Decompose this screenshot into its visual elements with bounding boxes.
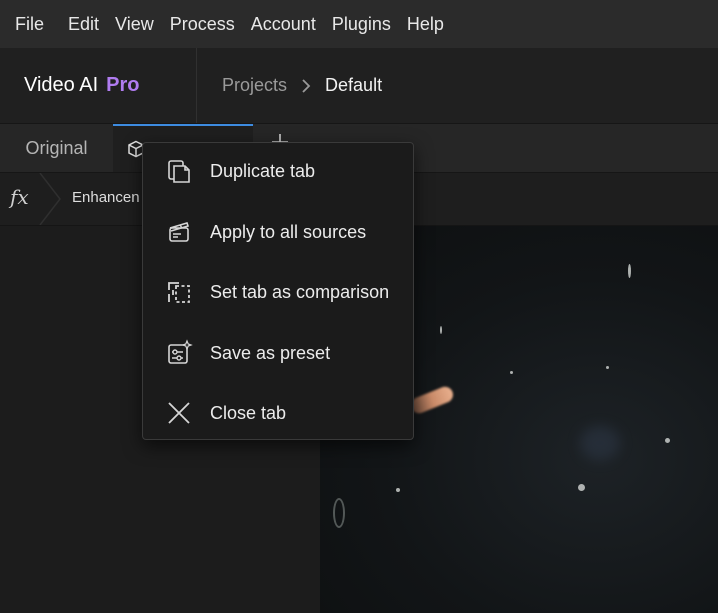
breadcrumb: Projects Default (222, 48, 382, 123)
app-header: Video AI Pro Projects Default (0, 48, 718, 124)
video-artifact (333, 498, 345, 528)
menu-item-label: Duplicate tab (210, 160, 316, 181)
menu-item-set-comparison[interactable]: Set tab as comparison (143, 264, 413, 320)
video-speck (628, 264, 631, 278)
menu-file[interactable]: File (0, 0, 60, 48)
tab-context-menu: Duplicate tab Apply to all sources Set t… (142, 142, 414, 440)
tab-original[interactable]: Original (0, 124, 113, 172)
menu-item-duplicate-tab[interactable]: Duplicate tab (143, 143, 413, 199)
chevron-divider-icon (38, 172, 64, 230)
menu-account[interactable]: Account (243, 0, 324, 48)
menu-item-save-preset[interactable]: Save as preset (143, 325, 413, 381)
menu-item-apply-all[interactable]: Apply to all sources (143, 204, 413, 260)
menu-item-label: Close tab (210, 402, 287, 423)
video-speck (606, 366, 609, 369)
fx-icon: fx (10, 185, 29, 209)
menu-bar: File Edit View Process Account Plugins H… (0, 0, 718, 48)
preset-icon (165, 339, 193, 367)
menu-view[interactable]: View (107, 0, 162, 48)
menu-item-label: Apply to all sources (210, 221, 367, 242)
menu-process[interactable]: Process (162, 0, 243, 48)
video-speck (665, 438, 670, 443)
video-speck (578, 484, 585, 491)
video-speck (510, 371, 513, 374)
close-icon (165, 399, 193, 427)
menu-item-label: Save as preset (210, 342, 331, 363)
video-blob (580, 426, 620, 460)
clapperboard-icon (165, 218, 193, 246)
menu-plugins[interactable]: Plugins (324, 0, 399, 48)
video-speck (396, 488, 400, 492)
app-brand: Video AI Pro (0, 48, 197, 123)
compare-icon (165, 278, 193, 306)
video-speck (440, 326, 442, 334)
chevron-right-icon (301, 78, 311, 94)
menu-item-close-tab[interactable]: Close tab (143, 385, 413, 441)
app-name: Video AI (24, 74, 99, 96)
video-highlight (408, 384, 456, 416)
tab-original-label: Original (25, 137, 88, 158)
enhancement-label[interactable]: Enhancen (72, 189, 140, 206)
edition-badge: Pro (106, 74, 140, 96)
breadcrumb-default[interactable]: Default (325, 75, 382, 96)
menu-item-label: Set tab as comparison (210, 281, 390, 302)
duplicate-icon (165, 157, 193, 185)
menu-help[interactable]: Help (399, 0, 452, 48)
breadcrumb-projects[interactable]: Projects (222, 75, 287, 96)
menu-edit[interactable]: Edit (60, 0, 107, 48)
